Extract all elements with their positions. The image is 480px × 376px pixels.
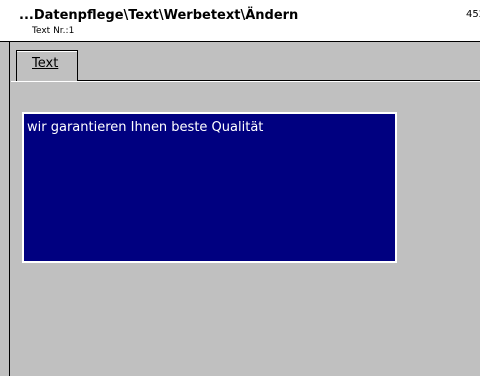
breadcrumb-title: ...Datenpflege\Text\Werbetext\Ändern [19,8,299,23]
werbetext-editor[interactable]: wir garantieren Ihnen beste Qualität [22,112,397,263]
record-number: 452 [466,9,480,20]
left-frame-border [0,42,10,376]
tab-text[interactable]: Text [16,50,78,81]
title-bar: ...Datenpflege\Text\Werbetext\Ändern Tex… [0,0,480,42]
text-number-label: Text Nr.:1 [32,26,75,36]
app-window: ...Datenpflege\Text\Werbetext\Ändern Tex… [0,0,480,376]
tab-text-label: Text [32,56,59,71]
werbetext-value: wir garantieren Ihnen beste Qualität [27,120,264,135]
panel-highlight [11,81,480,82]
